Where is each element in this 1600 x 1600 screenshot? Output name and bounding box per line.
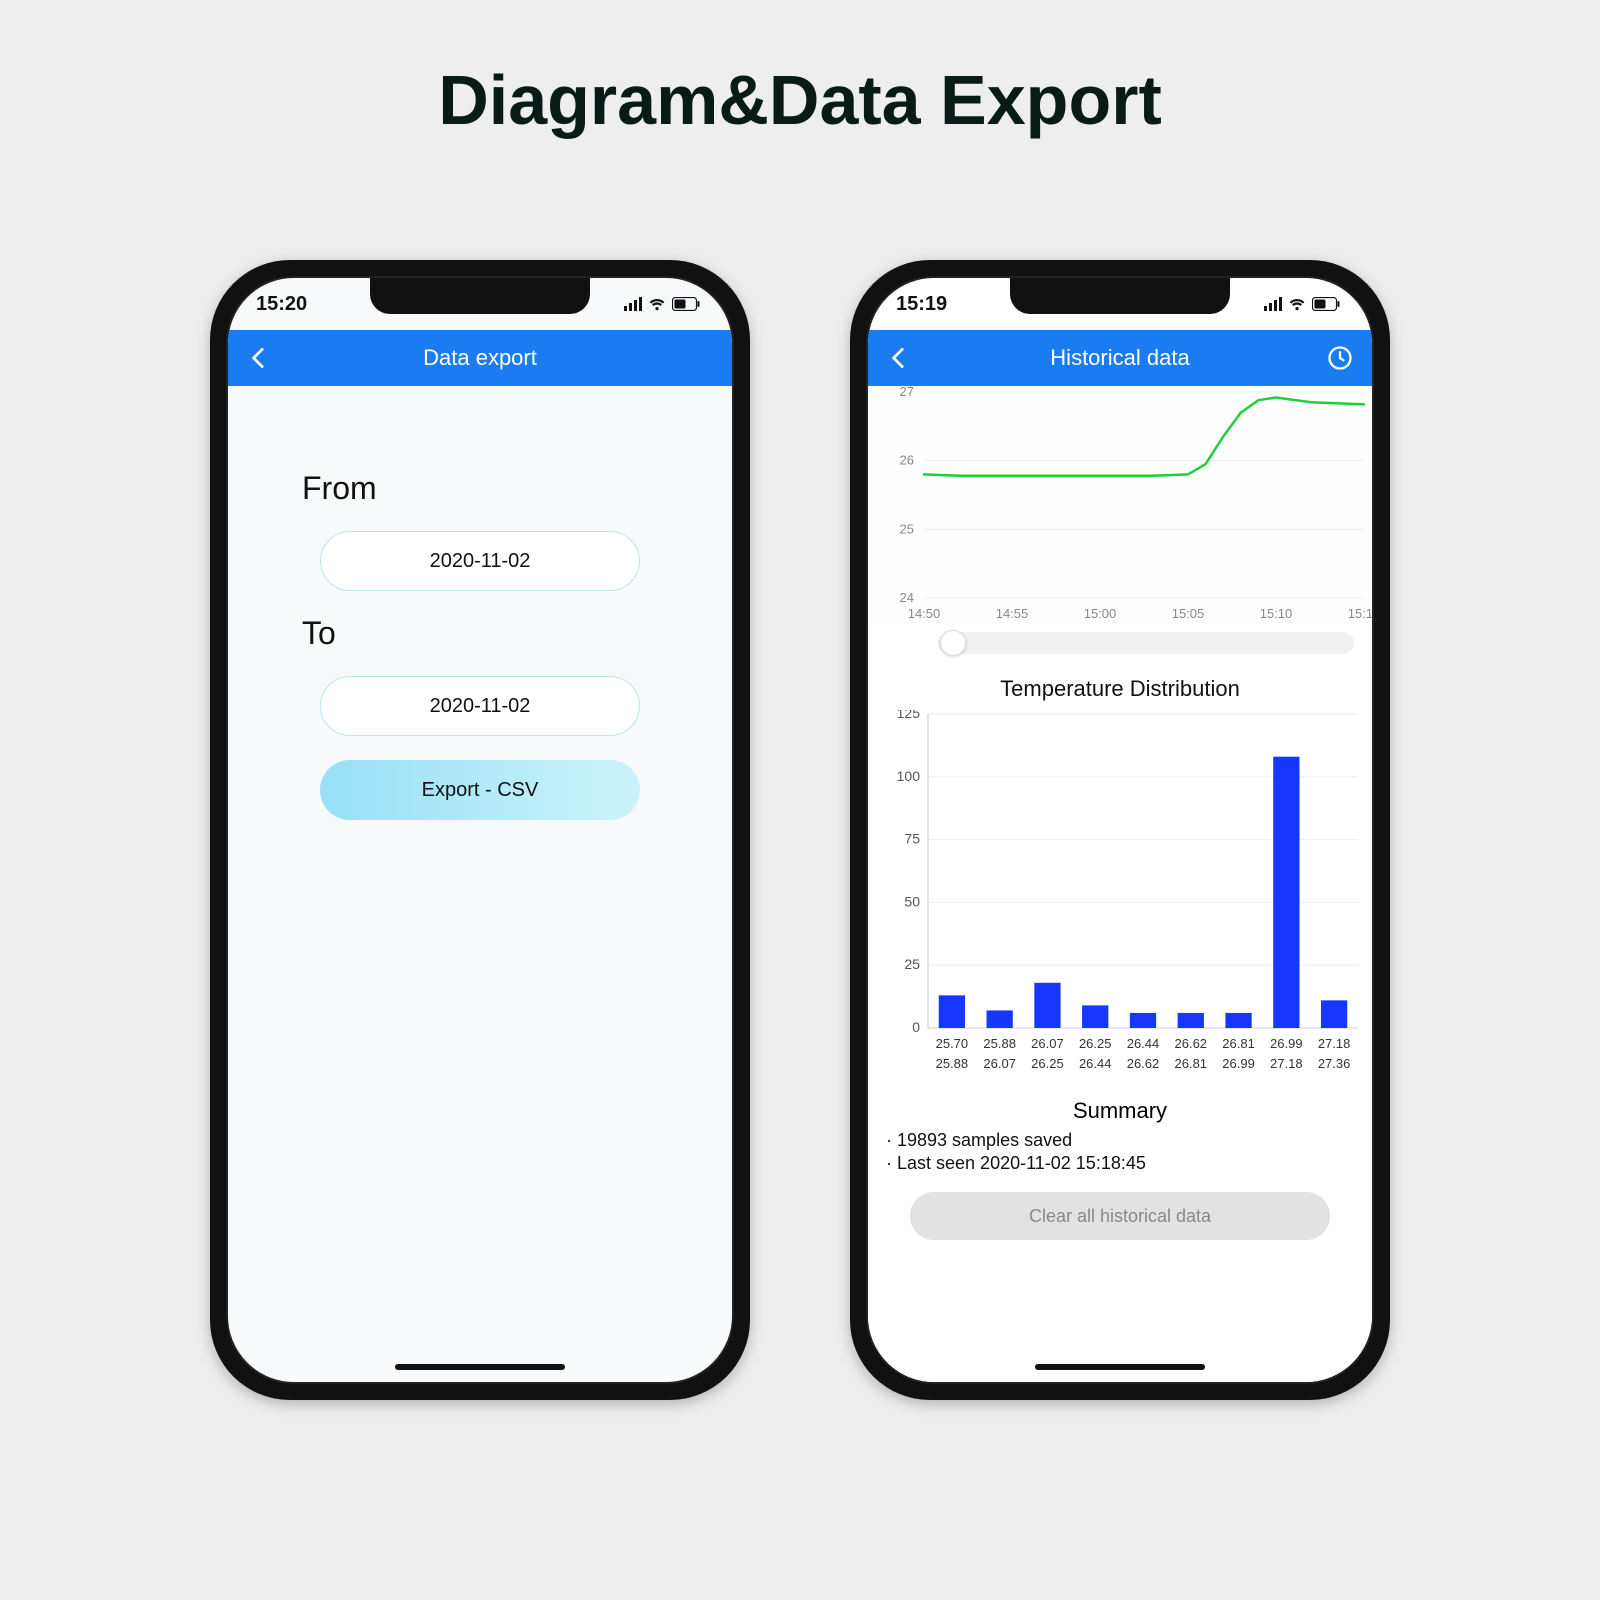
- phone-notch: [1010, 278, 1230, 314]
- status-time: 15:19: [896, 293, 947, 316]
- export-csv-button[interactable]: Export - CSV: [320, 760, 640, 820]
- svg-text:25.88: 25.88: [936, 1056, 969, 1071]
- svg-text:26.99: 26.99: [1270, 1036, 1303, 1051]
- svg-text:75: 75: [904, 831, 920, 847]
- chart-time-slider-handle[interactable]: [940, 630, 966, 656]
- svg-text:26: 26: [900, 453, 914, 468]
- svg-text:14:50: 14:50: [908, 606, 941, 621]
- back-icon[interactable]: [246, 345, 272, 371]
- summary-block: Summary · 19893 samples saved · Last see…: [868, 1080, 1372, 1174]
- historical-content: 24 25 26 27 14:50 14:55 15:00 15:05 15:10 15:15 T…: [868, 386, 1372, 1384]
- svg-text:24: 24: [900, 590, 914, 605]
- svg-text:25: 25: [900, 521, 914, 536]
- svg-text:25: 25: [904, 956, 920, 972]
- navbar: Data export: [228, 330, 732, 386]
- svg-text:15:10: 15:10: [1260, 606, 1293, 621]
- from-date-field[interactable]: 2020-11-02: [320, 531, 640, 591]
- signal-icon: [624, 297, 642, 311]
- svg-text:26.99: 26.99: [1222, 1056, 1255, 1071]
- svg-text:14:55: 14:55: [996, 606, 1029, 621]
- back-icon[interactable]: [886, 345, 912, 371]
- chart-time-slider[interactable]: [938, 632, 1354, 654]
- svg-text:15:05: 15:05: [1172, 606, 1205, 621]
- svg-text:50: 50: [904, 893, 920, 909]
- bottom-spacer: [0, 1400, 1600, 1600]
- home-indicator[interactable]: [395, 1364, 565, 1370]
- from-label: From: [302, 470, 692, 507]
- page-title: Diagram&Data Export: [0, 60, 1600, 140]
- status-indicators: [624, 297, 700, 311]
- svg-text:26.25: 26.25: [1031, 1056, 1064, 1071]
- svg-text:27: 27: [900, 386, 914, 399]
- temperature-distribution-chart[interactable]: 0 25 50 75 100 125 25.70 25.88 25.88 26.07 26.07 26…: [868, 710, 1372, 1080]
- svg-text:15:15: 15:15: [1348, 606, 1372, 621]
- clock-icon[interactable]: [1326, 344, 1354, 372]
- svg-text:26.44: 26.44: [1127, 1036, 1160, 1051]
- svg-text:27.36: 27.36: [1318, 1056, 1351, 1071]
- svg-text:27.18: 27.18: [1270, 1056, 1303, 1071]
- to-date-field[interactable]: 2020-11-02: [320, 676, 640, 736]
- temperature-line-chart[interactable]: 24 25 26 27 14:50 14:55 15:00 15:05 15:10 15:15: [868, 386, 1372, 626]
- to-label: To: [302, 615, 692, 652]
- phone-data-export: 15:20 Data export From: [210, 260, 750, 1400]
- svg-text:26.07: 26.07: [983, 1056, 1016, 1071]
- navbar: Historical data: [868, 330, 1372, 386]
- clear-historical-data-button[interactable]: Clear all historical data: [910, 1192, 1330, 1240]
- svg-text:15:00: 15:00: [1084, 606, 1117, 621]
- svg-text:125: 125: [897, 710, 921, 721]
- wifi-icon: [1288, 297, 1306, 311]
- export-content: From 2020-11-02 To 2020-11-02 Export - C…: [228, 386, 732, 1382]
- svg-text:26.62: 26.62: [1127, 1056, 1160, 1071]
- svg-text:100: 100: [897, 768, 921, 784]
- summary-line: · 19893 samples saved: [886, 1130, 1360, 1151]
- bar-chart-title: Temperature Distribution: [868, 676, 1372, 702]
- svg-text:27.18: 27.18: [1318, 1036, 1351, 1051]
- svg-text:26.81: 26.81: [1222, 1036, 1255, 1051]
- navbar-title: Historical data: [1050, 345, 1189, 371]
- home-indicator[interactable]: [1035, 1364, 1205, 1370]
- svg-text:25.88: 25.88: [983, 1036, 1016, 1051]
- phone-notch: [370, 278, 590, 314]
- svg-text:26.62: 26.62: [1175, 1036, 1208, 1051]
- svg-text:0: 0: [912, 1019, 920, 1035]
- status-time: 15:20: [256, 293, 307, 316]
- svg-text:26.07: 26.07: [1031, 1036, 1064, 1051]
- battery-icon: [1312, 297, 1340, 311]
- svg-text:26.25: 26.25: [1079, 1036, 1112, 1051]
- battery-icon: [672, 297, 700, 311]
- wifi-icon: [648, 297, 666, 311]
- svg-text:26.44: 26.44: [1079, 1056, 1112, 1071]
- summary-title: Summary: [880, 1098, 1360, 1124]
- status-indicators: [1264, 297, 1340, 311]
- summary-line: · Last seen 2020-11-02 15:18:45: [886, 1153, 1360, 1174]
- phones-row: 15:20 Data export From: [0, 260, 1600, 1400]
- svg-text:25.70: 25.70: [936, 1036, 969, 1051]
- phone-historical-data: 15:19 Historical data: [850, 260, 1390, 1400]
- navbar-title: Data export: [423, 345, 537, 371]
- signal-icon: [1264, 297, 1282, 311]
- svg-text:26.81: 26.81: [1175, 1056, 1208, 1071]
